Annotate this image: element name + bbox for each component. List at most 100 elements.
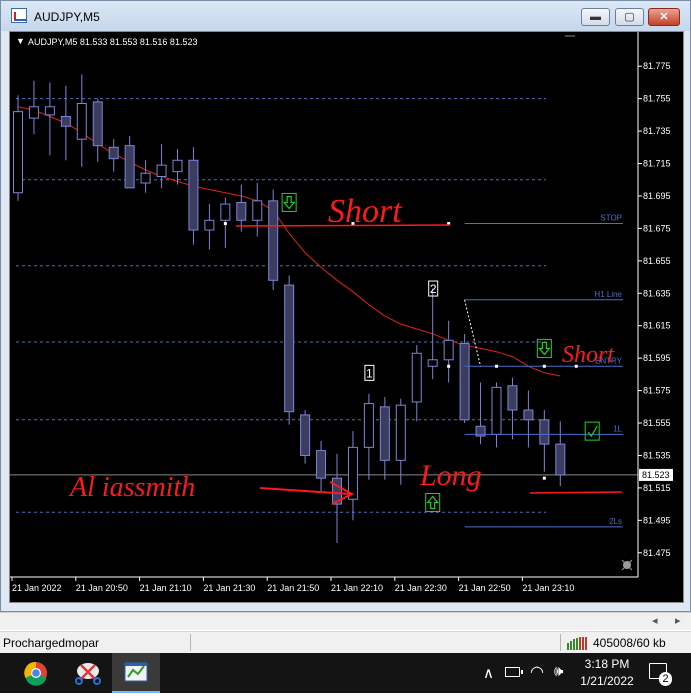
candle-body[interactable] [252,200,263,221]
price-tick-label: 81.475 [643,548,671,558]
volume-icon[interactable]: 🕪 [554,663,563,680]
level-label-h1-line: H1 Line [594,290,622,299]
connection-traffic-icon [567,637,587,650]
signal-down-icon [281,192,297,212]
candle-body[interactable] [523,409,534,421]
title-bar[interactable]: AUDJPY,M5 ▬ ▢ ✕ [1,1,690,31]
price-tick-label: 81.695 [643,191,671,201]
candle-body[interactable] [13,111,23,194]
candle-body[interactable] [300,414,311,456]
taskbar-snipping-tool-button[interactable] [64,653,112,693]
candle-body[interactable] [220,203,231,221]
line-anchor-point[interactable] [542,476,546,480]
candle-body[interactable] [395,404,406,461]
candle-body[interactable] [140,172,151,184]
candle-body[interactable] [204,219,215,231]
battery-icon[interactable] [505,667,523,677]
level-label-stop: STOP [600,214,622,223]
candle-body[interactable] [188,159,199,231]
time-tick-label: 21 Jan 22:30 [395,583,447,593]
expert-icon [621,559,633,571]
chrome-icon [24,661,47,686]
candle-body[interactable] [411,352,422,403]
maximize-button[interactable]: ▢ [615,8,644,26]
clock-time[interactable]: 3:18 PM [578,657,636,671]
price-tick-label: 81.575 [643,386,671,396]
candle-body[interactable] [379,406,390,461]
price-tick-label: 81.635 [643,288,671,298]
price-tick-label: 81.715 [643,159,671,169]
window-title: AUDJPY,M5 [34,10,100,24]
taskbar: ∧ ◠ 🕪 3:18 PM 1/21/2022 2 [0,653,691,693]
annotation-short-top: Short [328,193,403,230]
line-anchor-point[interactable] [447,364,451,368]
chart-header-arrow[interactable]: ▼ [16,36,25,46]
scroll-right-icon[interactable]: ▸ [675,614,681,627]
time-tick-label: 21 Jan 21:50 [267,583,319,593]
time-tick-label: 21 Jan 23:10 [522,583,574,593]
candle-body[interactable] [491,386,502,435]
chart-window-icon [11,8,27,23]
taskbar-chrome-button[interactable] [12,653,60,693]
line-anchor-point[interactable] [495,364,498,368]
snipping-tool-icon [75,663,101,685]
candle-body[interactable] [124,145,135,189]
candle-body[interactable] [28,106,39,119]
candle-body[interactable] [363,403,374,448]
candle-body[interactable] [316,450,327,479]
notification-count: 2 [659,672,672,686]
metatrader-icon [124,662,148,682]
close-button[interactable]: ✕ [648,8,680,26]
signal-up-icon [425,493,441,513]
line-anchor-point[interactable] [223,222,227,226]
annotation-short-right: Short [562,342,615,368]
price-tick-label: 81.515 [643,483,671,493]
candle-body[interactable] [156,164,167,178]
wave-label-1: 1 [366,366,373,380]
candle-body[interactable] [108,146,119,160]
candle-body[interactable] [427,359,438,367]
taskbar-metatrader-button[interactable] [112,653,160,693]
price-chart[interactable]: STOP H1 Line ENTRY 1L 2Ls 12 Short Short Lon… [9,31,684,603]
candle-body[interactable] [92,101,103,147]
metatrader-chart-window: AUDJPY,M5 ▬ ▢ ✕ STOP H1 Line ENTRY 1L 2Ls 12… [0,0,691,612]
price-tick-label: 81.735 [643,126,671,136]
tray-chevron-up-icon[interactable]: ∧ [483,664,494,682]
status-bar: Prochargedmopar 405008/60 kb [0,631,691,653]
candle-body[interactable] [60,115,71,127]
candle-body[interactable] [76,103,87,140]
candle-body[interactable] [268,200,279,281]
signal-check-icon [584,421,600,441]
clock-date[interactable]: 1/21/2022 [574,674,640,688]
price-tick-label: 81.535 [643,450,671,460]
status-divider [560,634,561,651]
horizontal-scrollbar[interactable]: ◂ ▸ [0,612,691,630]
time-tick-label: 21 Jan 22:50 [459,583,511,593]
candle-body[interactable] [555,443,566,476]
chart-header: AUDJPY,M5 81.533 81.553 81.516 81.523 [28,37,197,47]
candle-body[interactable] [443,339,454,361]
price-tick-label: 81.595 [643,353,671,363]
candle-body[interactable] [459,343,470,421]
wifi-icon[interactable]: ◠ [530,662,544,682]
candle-body[interactable] [284,284,295,413]
price-tick-label: 81.615 [643,321,671,331]
candle-body[interactable] [507,385,518,411]
candle-body[interactable] [172,159,183,173]
time-tick-label: 21 Jan 20:50 [76,583,128,593]
candle-body[interactable] [236,201,247,221]
line-anchor-point[interactable] [542,364,546,368]
candle-body[interactable] [347,446,358,500]
scroll-left-icon[interactable]: ◂ [652,614,658,627]
wave-label-2: 2 [430,282,437,296]
annotation-signature: Al iassmith [68,472,195,503]
candle-body[interactable] [539,419,550,445]
profile-name: Prochargedmopar [3,636,100,650]
price-tick-label: 81.495 [643,515,671,525]
price-tick-label: 81.675 [643,223,671,233]
minimize-button[interactable]: ▬ [581,8,610,26]
price-tick-label: 81.775 [643,61,671,71]
price-tick-label: 81.655 [643,256,671,266]
time-tick-label: 21 Jan 2022 [12,583,62,593]
candle-body[interactable] [44,106,55,116]
